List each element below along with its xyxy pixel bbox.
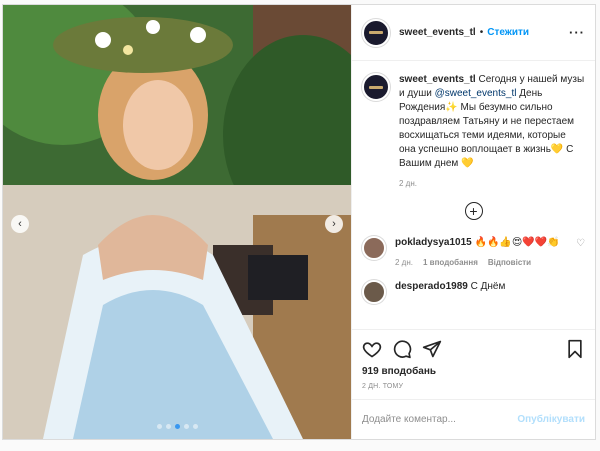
plus-icon: + — [469, 203, 478, 219]
comment-text: desperado1989 С Днём — [395, 280, 585, 294]
comment-text: pokladysya1015 🔥🔥👍😍❤️❤️👏 2 дн. 1 вподоба… — [395, 236, 572, 270]
comment-input[interactable] — [362, 414, 518, 425]
brand-logo-icon — [369, 85, 383, 89]
publish-button[interactable]: Опублікувати — [517, 414, 585, 425]
avatar[interactable] — [362, 236, 386, 260]
avatar[interactable] — [362, 280, 386, 304]
comment-time: 2 дн. — [395, 258, 413, 267]
comments-section[interactable]: sweet_events_tl Сегодня у нашей музы и д… — [352, 61, 595, 329]
comment-icon[interactable] — [392, 339, 412, 359]
post-actions: 919 вподобань 2 ДН. ТОМУ — [352, 329, 595, 399]
carousel-indicator — [3, 424, 351, 429]
post-photo-image — [3, 5, 351, 439]
next-photo-button[interactable]: › — [325, 215, 343, 233]
post-photo[interactable]: ‹ › — [3, 5, 351, 439]
likes-count[interactable]: 919 вподобань — [362, 366, 585, 377]
carousel-dot — [192, 424, 198, 429]
follow-button[interactable]: Стежити — [487, 27, 529, 38]
chevron-right-icon: › — [332, 217, 336, 230]
caption: sweet_events_tl Сегодня у нашей музы и д… — [362, 73, 585, 171]
post-header: sweet_events_tl • Стежити ··· — [352, 5, 595, 61]
chevron-left-icon: ‹ — [18, 217, 22, 230]
caption-time: 2 дн. — [399, 179, 417, 188]
load-more-button[interactable]: + — [464, 202, 483, 220]
comment-body: 🔥🔥👍😍❤️❤️👏 — [471, 237, 560, 248]
add-comment-bar: Опублікувати — [352, 399, 595, 439]
action-icons — [362, 336, 585, 362]
avatar[interactable] — [362, 18, 390, 47]
load-more-comments: + — [362, 202, 585, 220]
comment-username[interactable]: pokladysya1015 — [395, 237, 472, 248]
carousel-dot — [156, 424, 162, 429]
comment-likes-link[interactable]: 1 вподобання — [423, 256, 478, 270]
comment-item: desperado1989 С Днём — [362, 280, 585, 304]
separator-dot: • — [479, 27, 484, 38]
brand-logo-icon — [369, 31, 383, 34]
reply-button[interactable]: Відповісти — [488, 256, 531, 270]
bookmark-icon[interactable] — [565, 339, 585, 359]
comment-body: С Днём — [467, 281, 506, 292]
caption-text: sweet_events_tl Сегодня у нашей музы и д… — [399, 73, 585, 171]
caption-mention-link[interactable]: @sweet_events_tl — [435, 88, 517, 99]
comment-username[interactable]: desperado1989 — [395, 281, 468, 292]
carousel-dot-active — [174, 424, 180, 429]
instagram-post: ‹ › sweet_events_tl • Стежити ··· sweet_… — [2, 4, 596, 440]
comment-meta: 2 дн. 1 вподобання Відповісти — [395, 256, 572, 270]
like-comment-heart-icon[interactable]: ♡ — [576, 238, 585, 249]
comment-item: pokladysya1015 🔥🔥👍😍❤️❤️👏 2 дн. 1 вподоба… — [362, 236, 585, 270]
carousel-dot — [165, 424, 171, 429]
caption-username[interactable]: sweet_events_tl — [399, 74, 476, 85]
heart-icon[interactable] — [362, 339, 382, 359]
post-date: 2 ДН. ТОМУ — [362, 383, 404, 390]
avatar[interactable] — [362, 73, 390, 101]
share-icon[interactable] — [422, 339, 442, 359]
header-username[interactable]: sweet_events_tl — [399, 27, 476, 38]
previous-photo-button[interactable]: ‹ — [11, 215, 29, 233]
more-options-icon[interactable]: ··· — [569, 25, 585, 40]
caption-text-part: День Рождения✨ Мы безумно сильно поздрав… — [399, 88, 575, 169]
post-sidebar: sweet_events_tl • Стежити ··· sweet_even… — [351, 5, 595, 439]
carousel-dot — [183, 424, 189, 429]
